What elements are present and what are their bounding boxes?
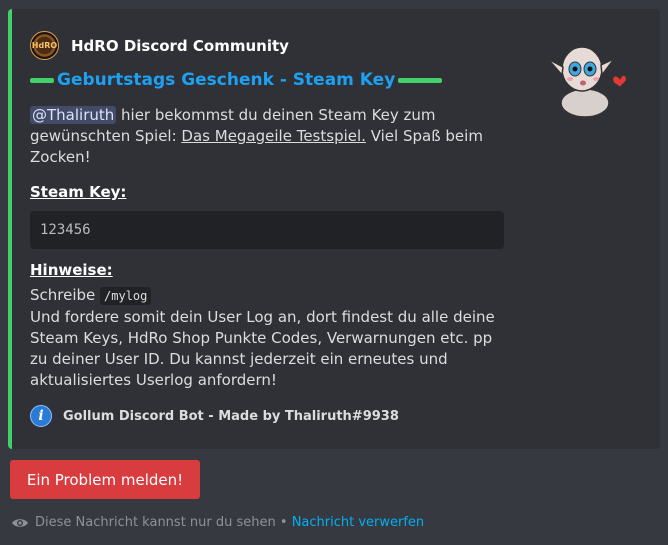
title-dash-right (398, 77, 443, 83)
embed-footer: i Gollum Discord Bot - Made by Thaliruth… (30, 405, 399, 427)
gollum-kiss-sticker (547, 46, 627, 118)
dismiss-message-link[interactable]: Nachricht verwerfen (292, 515, 424, 530)
embed-author: HdRO HdRO Discord Community (30, 31, 289, 60)
hdro-logo-icon: HdRO (30, 31, 59, 60)
ephemeral-separator: • (275, 515, 292, 530)
ephemeral-notice: Diese Nachricht kannst nur du sehen • Na… (11, 515, 424, 530)
steam-key-value: 123456 (40, 222, 91, 238)
user-mention[interactable]: @Thaliruth (30, 106, 117, 124)
hints-field-name: Hinweise: (30, 261, 113, 279)
hint-body: Und fordere somit dein User Log an, dort… (30, 308, 495, 389)
footer-text: Gollum Discord Bot - Made by Thaliruth#9… (63, 408, 399, 424)
steam-key-code-block[interactable]: 123456 (30, 211, 504, 249)
embed-description: @Thaliruth hier bekommst du deinen Steam… (30, 105, 500, 168)
embed-title-text: Geburtstags Geschenk - Steam Key (57, 70, 396, 90)
embed-card: HdRO HdRO Discord Community Geburtstags … (8, 9, 660, 449)
report-problem-button[interactable]: Ein Problem melden! (10, 460, 200, 499)
author-name: HdRO Discord Community (71, 36, 289, 55)
embed-accent-bar (8, 9, 12, 449)
hint-prefix: Schreibe (30, 286, 101, 304)
game-link[interactable]: Das Megageile Testspiel. (181, 127, 366, 145)
ephemeral-text: Diese Nachricht kannst nur du sehen (35, 515, 276, 530)
embed-title: Geburtstags Geschenk - Steam Key (30, 70, 443, 90)
eye-icon (12, 518, 28, 527)
title-dash-left (30, 77, 54, 83)
info-icon: i (30, 405, 52, 427)
steam-key-field-name: Steam Key: (30, 183, 127, 201)
hints-field-value: Schreibe /mylog Und fordere somit dein U… (30, 285, 510, 391)
mylog-command: /mylog (100, 287, 152, 305)
